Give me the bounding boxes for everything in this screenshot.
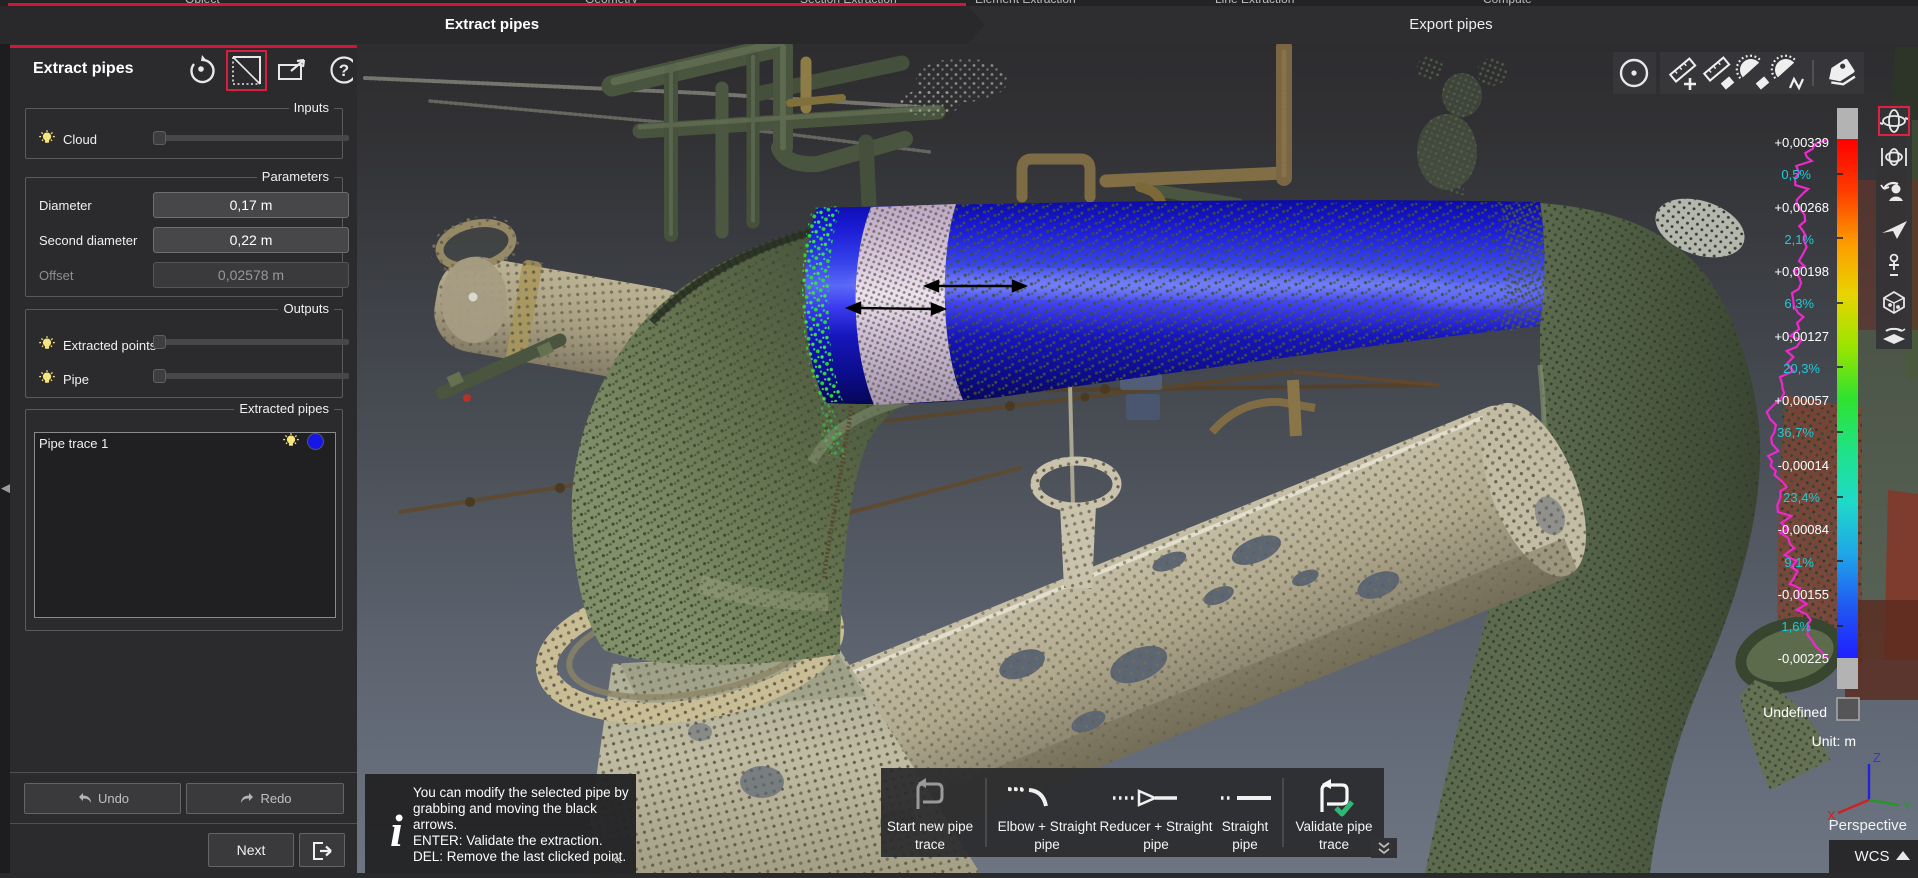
svg-text:Validate pipe: Validate pipe: [1295, 819, 1372, 834]
svg-text:0,5%: 0,5%: [1781, 167, 1811, 182]
svg-text:-0,00014: -0,00014: [1778, 458, 1829, 473]
svg-text:Reducer + Straight: Reducer + Straight: [1100, 819, 1213, 834]
svg-text:6,3%: 6,3%: [1784, 296, 1814, 311]
svg-text:-0,00084: -0,00084: [1778, 522, 1829, 537]
svg-text:WCS: WCS: [1855, 848, 1890, 865]
svg-text:-0,00155: -0,00155: [1778, 587, 1829, 602]
svg-text:grabbing and moving the black: grabbing and moving the black: [413, 801, 597, 816]
svg-text:trace: trace: [1319, 837, 1349, 852]
svg-text:+0,00339: +0,00339: [1774, 135, 1829, 150]
svg-text:+0,00268: +0,00268: [1774, 200, 1829, 215]
svg-text:You can modify the selected pi: You can modify the selected pipe by: [413, 785, 629, 800]
svg-text:23,4%: 23,4%: [1783, 490, 1820, 505]
svg-text:pipe: pipe: [1034, 837, 1060, 852]
svg-text:Unit: m: Unit: m: [1812, 733, 1856, 749]
svg-text:«: «: [613, 849, 622, 868]
svg-text:pipe: pipe: [1143, 837, 1169, 852]
svg-text:+0,00127: +0,00127: [1774, 329, 1829, 344]
svg-text:pipe: pipe: [1232, 837, 1258, 852]
svg-text:+0,00057: +0,00057: [1774, 393, 1829, 408]
svg-text:arrows.: arrows.: [413, 817, 457, 832]
svg-text:-0,00225: -0,00225: [1778, 651, 1829, 666]
svg-text:Start new pipe: Start new pipe: [887, 819, 973, 834]
svg-text:?: ?: [339, 61, 349, 80]
svg-text:Z: Z: [1873, 750, 1881, 765]
svg-text:DEL: Remove the last clicked p: DEL: Remove the last clicked point.: [413, 849, 626, 864]
svg-text:2,1%: 2,1%: [1784, 232, 1814, 247]
svg-text:Elbow + Straight: Elbow + Straight: [998, 819, 1097, 834]
svg-text:Perspective: Perspective: [1829, 817, 1907, 834]
svg-text:Straight: Straight: [1222, 819, 1269, 834]
svg-text:+0,00198: +0,00198: [1774, 264, 1829, 279]
svg-text:trace: trace: [915, 837, 945, 852]
svg-text:Undefined: Undefined: [1763, 704, 1827, 720]
svg-text:9,1%: 9,1%: [1784, 555, 1814, 570]
svg-text:i: i: [390, 805, 403, 856]
svg-text:Y: Y: [1903, 798, 1912, 813]
svg-text:20,3%: 20,3%: [1783, 361, 1820, 376]
svg-text:ENTER: Validate the extraction: ENTER: Validate the extraction.: [413, 833, 603, 848]
svg-text:36,7%: 36,7%: [1777, 425, 1814, 440]
svg-text:1,6%: 1,6%: [1781, 619, 1811, 634]
